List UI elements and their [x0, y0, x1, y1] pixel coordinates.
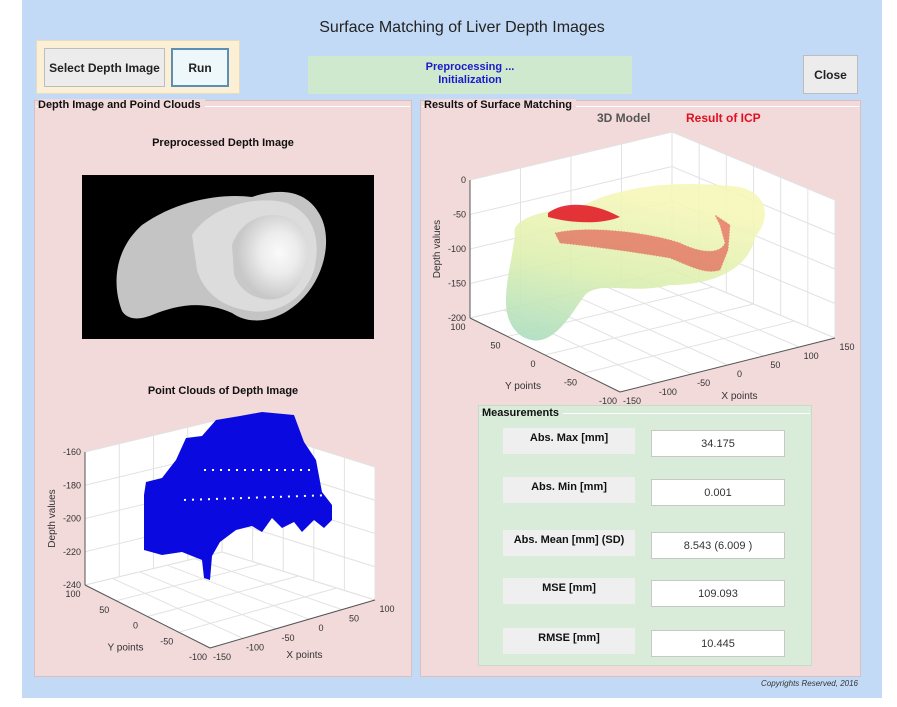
- x-tick-label: 50: [349, 614, 359, 624]
- y-tick-label: 0: [530, 359, 535, 369]
- measurement-value-field[interactable]: 109.093: [651, 580, 785, 607]
- x-tick-label: 0: [318, 623, 323, 633]
- point-cloud-plot: -160-180-200-220-240100500-50-100 -150-10…: [47, 412, 395, 662]
- x-tick-label: 100: [379, 604, 394, 614]
- preprocessed-depth-image: [82, 175, 374, 339]
- close-button[interactable]: Close: [803, 55, 858, 94]
- x-tick-label: -100: [246, 642, 264, 652]
- y-tick-label: 100: [65, 589, 80, 599]
- status-line-2: Initialization: [438, 74, 502, 86]
- y-tick-label: 100: [450, 322, 465, 332]
- status-box: Preprocessing ... Initialization: [308, 56, 632, 94]
- z-axis-label: Depth values: [47, 489, 58, 547]
- point-cloud-title: Point Clouds of Depth Image: [147, 385, 299, 397]
- y-tick-label: 50: [490, 341, 500, 351]
- x-tick-label: 0: [737, 369, 742, 379]
- measurements-title: Measurements: [482, 407, 564, 419]
- measurement-value-field[interactable]: 34.175: [651, 430, 785, 457]
- z-axis-label: Depth values: [432, 220, 443, 278]
- x-axis-label: X points: [721, 391, 757, 402]
- x-tick-label: -50: [697, 378, 710, 388]
- select-depth-image-button[interactable]: Select Depth Image: [44, 48, 165, 87]
- z-tick-label: -200: [63, 514, 81, 524]
- y-tick-label: 0: [133, 621, 138, 631]
- y-axis-label: Y points: [108, 643, 144, 654]
- z-tick-label: -100: [448, 244, 466, 254]
- x-tick-label: -50: [281, 633, 294, 643]
- measurement-label: RMSE [mm]: [503, 628, 635, 654]
- measurement-label: Abs. Mean [mm] (SD): [503, 530, 635, 556]
- y-tick-label: -100: [599, 396, 617, 405]
- x-tick-label: 100: [804, 351, 819, 361]
- x-tick-label: 50: [770, 360, 780, 370]
- y-tick-label: -50: [160, 636, 173, 646]
- measurement-value-field[interactable]: 10.445: [651, 630, 785, 657]
- measurement-value-field[interactable]: 0.001: [651, 479, 785, 506]
- z-tick-label: -160: [63, 447, 81, 457]
- legend-result-of-icp: Result of ICP: [686, 111, 761, 125]
- y-tick-label: -100: [189, 652, 207, 662]
- z-tick-label: -220: [63, 547, 81, 557]
- measurement-label: MSE [mm]: [503, 578, 635, 604]
- y-tick-label: 50: [99, 605, 109, 615]
- preprocessed-image-title: Preprocessed Depth Image: [152, 137, 294, 149]
- status-line-1: Preprocessing ...: [425, 61, 515, 73]
- surface-matching-plot: 0-50-100-150-200100500-50-100 -150-100-50…: [432, 131, 855, 405]
- x-axis-label: X points: [286, 650, 322, 661]
- x-tick-label: -100: [659, 387, 677, 397]
- measurement-value-field[interactable]: 8.543 (6.009 ): [651, 532, 785, 559]
- run-button[interactable]: Run: [171, 48, 229, 87]
- x-tick-label: -150: [213, 652, 231, 662]
- measurement-label: Abs. Min [mm]: [503, 477, 635, 503]
- measurement-label: Abs. Max [mm]: [503, 428, 635, 454]
- results-panel-title: Results of Surface Matching: [424, 99, 576, 111]
- legend-3d-model: 3D Model: [597, 111, 651, 125]
- z-tick-label: 0: [461, 175, 466, 185]
- z-tick-label: -150: [448, 279, 466, 289]
- y-tick-label: -50: [564, 378, 577, 388]
- x-tick-label: -150: [623, 396, 641, 405]
- y-axis-label: Y points: [505, 381, 541, 392]
- copyright-text: Copyrights Reserved, 2016: [761, 679, 858, 688]
- depth-panel-title: Depth Image and Poind Clouds: [38, 99, 205, 111]
- z-tick-label: -180: [63, 480, 81, 490]
- z-tick-label: -50: [453, 210, 466, 220]
- x-tick-label: 150: [839, 342, 854, 352]
- app-title: Surface Matching of Liver Depth Images: [319, 19, 605, 36]
